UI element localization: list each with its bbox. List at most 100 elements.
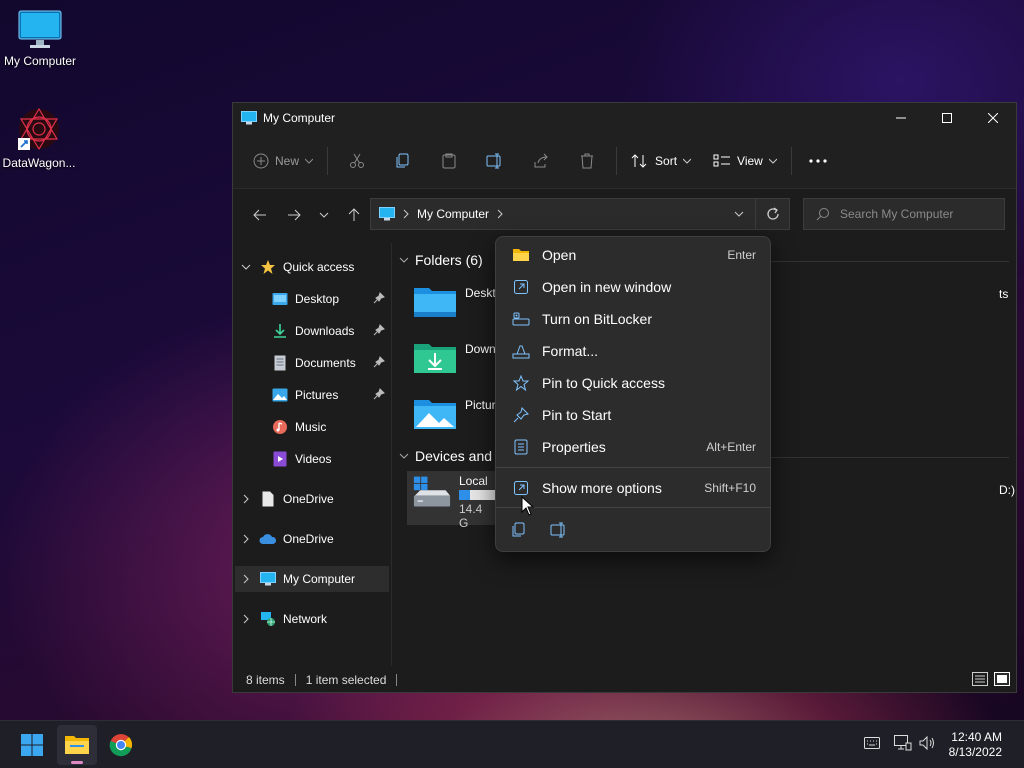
folder-item-desktop[interactable]: Deskto <box>413 284 502 318</box>
menu-item-label: Open in new window <box>542 279 672 295</box>
pin-icon <box>373 323 385 335</box>
menu-copy-button[interactable] <box>508 519 530 541</box>
menu-item-open-new-window[interactable]: Open in new window <box>500 272 768 302</box>
maximize-button[interactable] <box>924 103 970 133</box>
folder-item-pictures[interactable]: Pictur <box>413 396 496 430</box>
sidebar-item-label: Videos <box>295 452 332 466</box>
paste-button[interactable] <box>426 145 472 177</box>
sort-button[interactable]: Sort <box>623 145 699 177</box>
sidebar-item-onedrive[interactable]: OneDrive <box>235 526 389 552</box>
drive-icon <box>413 476 451 507</box>
star-icon <box>513 375 529 391</box>
drive-item-local-disk[interactable]: Local 14.4 G <box>407 471 495 530</box>
monitor-icon <box>379 207 395 221</box>
menu-item-shortcut: Alt+Enter <box>706 440 756 454</box>
copy-icon <box>396 153 409 167</box>
sidebar-item-downloads[interactable]: Downloads <box>235 318 389 344</box>
rename-button[interactable] <box>472 145 518 177</box>
download-icon <box>274 324 286 338</box>
minimize-button[interactable] <box>878 103 924 133</box>
volume-icon[interactable] <box>919 736 937 750</box>
folders-group-header[interactable]: Folders (6) <box>399 252 483 268</box>
menu-divider <box>496 507 770 508</box>
taskbar-file-explorer[interactable] <box>57 725 97 765</box>
search-input[interactable]: Search My Computer <box>803 198 1005 230</box>
pane-divider[interactable] <box>391 243 392 666</box>
sidebar-item-documents[interactable]: Documents <box>235 350 389 376</box>
chevron-down-icon <box>683 158 692 164</box>
up-button[interactable] <box>337 199 371 231</box>
view-button[interactable]: View <box>705 145 785 177</box>
address-dropdown-button[interactable] <box>723 199 755 229</box>
menu-item-open[interactable]: Open Enter <box>500 240 768 270</box>
devices-group-header[interactable]: Devices and <box>399 448 492 464</box>
breadcrumb-item[interactable]: My Computer <box>417 207 489 221</box>
monitor-icon <box>241 111 257 125</box>
title-bar[interactable]: My Computer <box>233 103 1016 133</box>
close-button[interactable] <box>970 103 1016 133</box>
start-button[interactable] <box>12 725 52 765</box>
menu-item-properties[interactable]: Properties Alt+Enter <box>500 432 768 462</box>
sidebar-item-desktop[interactable]: Desktop <box>235 286 389 312</box>
menu-item-label: Open <box>542 247 577 263</box>
more-button[interactable] <box>798 145 838 177</box>
recent-locations-button[interactable] <box>311 199 337 231</box>
sidebar-item-network[interactable]: Network <box>235 606 389 632</box>
sidebar-item-music[interactable]: Music <box>235 414 389 440</box>
address-bar[interactable]: My Computer <box>370 198 790 230</box>
keyboard-icon[interactable] <box>864 737 880 749</box>
copy-button[interactable] <box>380 145 426 177</box>
sidebar-item-quick-access[interactable]: Quick access <box>235 254 389 280</box>
downloads-folder-icon <box>414 344 456 373</box>
close-icon <box>988 113 998 123</box>
chevron-down-icon <box>734 211 744 217</box>
forward-button[interactable] <box>277 199 311 231</box>
drive-label-fragment: D:) <box>999 483 1015 497</box>
menu-rename-button[interactable] <box>548 519 570 541</box>
sidebar-item-videos[interactable]: Videos <box>235 446 389 472</box>
menu-item-label: Pin to Quick access <box>542 375 665 391</box>
tiles-view-button[interactable] <box>994 671 1010 689</box>
menu-item-label: Show more options <box>542 480 662 496</box>
desktop-icon-datawagon[interactable]: DataWagon... <box>0 106 79 170</box>
menu-item-label: Pin to Start <box>542 407 612 423</box>
window-title: My Computer <box>263 111 336 125</box>
chevron-down-icon <box>399 453 409 459</box>
sidebar-item-my-computer[interactable]: My Computer <box>235 566 389 592</box>
desktop-icon-my-computer[interactable]: My Computer <box>0 10 80 68</box>
menu-item-format[interactable]: Format... <box>500 336 768 366</box>
sidebar-item-label: Desktop <box>295 292 340 306</box>
network-icon[interactable] <box>894 735 912 751</box>
refresh-button[interactable] <box>755 199 789 229</box>
cut-icon <box>350 153 365 168</box>
details-view-button[interactable] <box>972 671 988 689</box>
sidebar-item-label: Documents <box>295 356 356 370</box>
divider <box>327 146 329 175</box>
folder-open-icon <box>513 249 529 261</box>
share-icon <box>534 153 548 167</box>
menu-item-label: Format... <box>542 343 599 359</box>
chevron-right-icon <box>243 534 249 544</box>
taskbar-chrome[interactable] <box>101 725 141 765</box>
status-bar: 8 items 1 item selected <box>233 668 1016 692</box>
chevron-down-icon <box>241 264 251 270</box>
sidebar-item-label: My Computer <box>283 572 356 586</box>
menu-item-pin-start[interactable]: Pin to Start <box>500 400 768 430</box>
menu-item-show-more-options[interactable]: Show more options Shift+F10 <box>500 473 768 503</box>
back-button[interactable] <box>243 199 277 231</box>
system-clock[interactable]: 12:40 AM 8/13/2022 <box>949 730 1002 760</box>
folder-item-downloads[interactable]: Down <box>413 340 496 374</box>
sidebar-item-pictures[interactable]: Pictures <box>235 382 389 408</box>
new-button[interactable]: New <box>245 145 321 177</box>
divider <box>790 146 792 175</box>
share-button[interactable] <box>518 145 564 177</box>
menu-item-pin-quick-access[interactable]: Pin to Quick access <box>500 368 768 398</box>
folder-label-fragment: ts <box>999 287 1009 301</box>
menu-item-label: Turn on BitLocker <box>542 311 652 327</box>
menu-item-bitlocker[interactable]: Turn on BitLocker <box>500 304 768 334</box>
cut-button[interactable] <box>334 145 380 177</box>
properties-icon <box>514 439 528 455</box>
clock-date: 8/13/2022 <box>948 745 1002 759</box>
sidebar-item-onedrive-personal[interactable]: OneDrive <box>235 486 389 512</box>
delete-button[interactable] <box>564 145 610 177</box>
